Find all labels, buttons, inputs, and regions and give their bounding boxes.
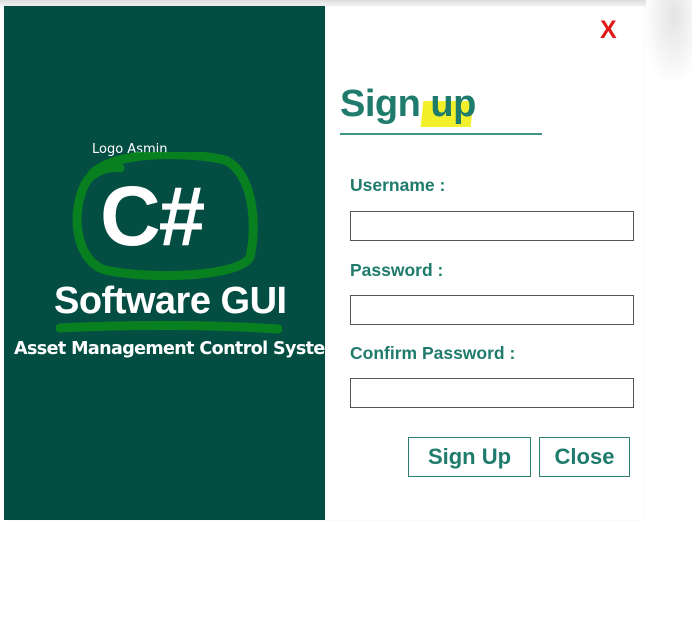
confirm-password-field[interactable] — [350, 378, 634, 408]
title-part-up: up — [430, 83, 476, 125]
brand-panel: Logo Asmin C# Software GUI Asset Managem… — [4, 6, 343, 520]
password-label: Password : — [350, 260, 444, 280]
tagline: Asset Management Control System — [14, 339, 343, 359]
signup-window: Logo Asmin C# Software GUI Asset Managem… — [4, 6, 644, 520]
username-field[interactable] — [350, 211, 634, 241]
product-underline-scribble — [56, 321, 282, 334]
close-icon[interactable]: X — [600, 16, 617, 45]
confirm-password-label: Confirm Password : — [350, 343, 516, 363]
product-name: Software GUI — [54, 280, 287, 322]
background-smudge-right — [646, 0, 692, 80]
username-label: Username : — [350, 175, 446, 195]
logo-text: C# — [100, 169, 205, 263]
close-button[interactable]: Close — [539, 437, 630, 477]
title-underline — [340, 133, 542, 135]
password-field[interactable] — [350, 295, 634, 325]
page-title: Sign up — [340, 83, 476, 126]
sign-up-button[interactable]: Sign Up — [408, 437, 531, 477]
title-part-sign: Sign — [340, 83, 431, 125]
